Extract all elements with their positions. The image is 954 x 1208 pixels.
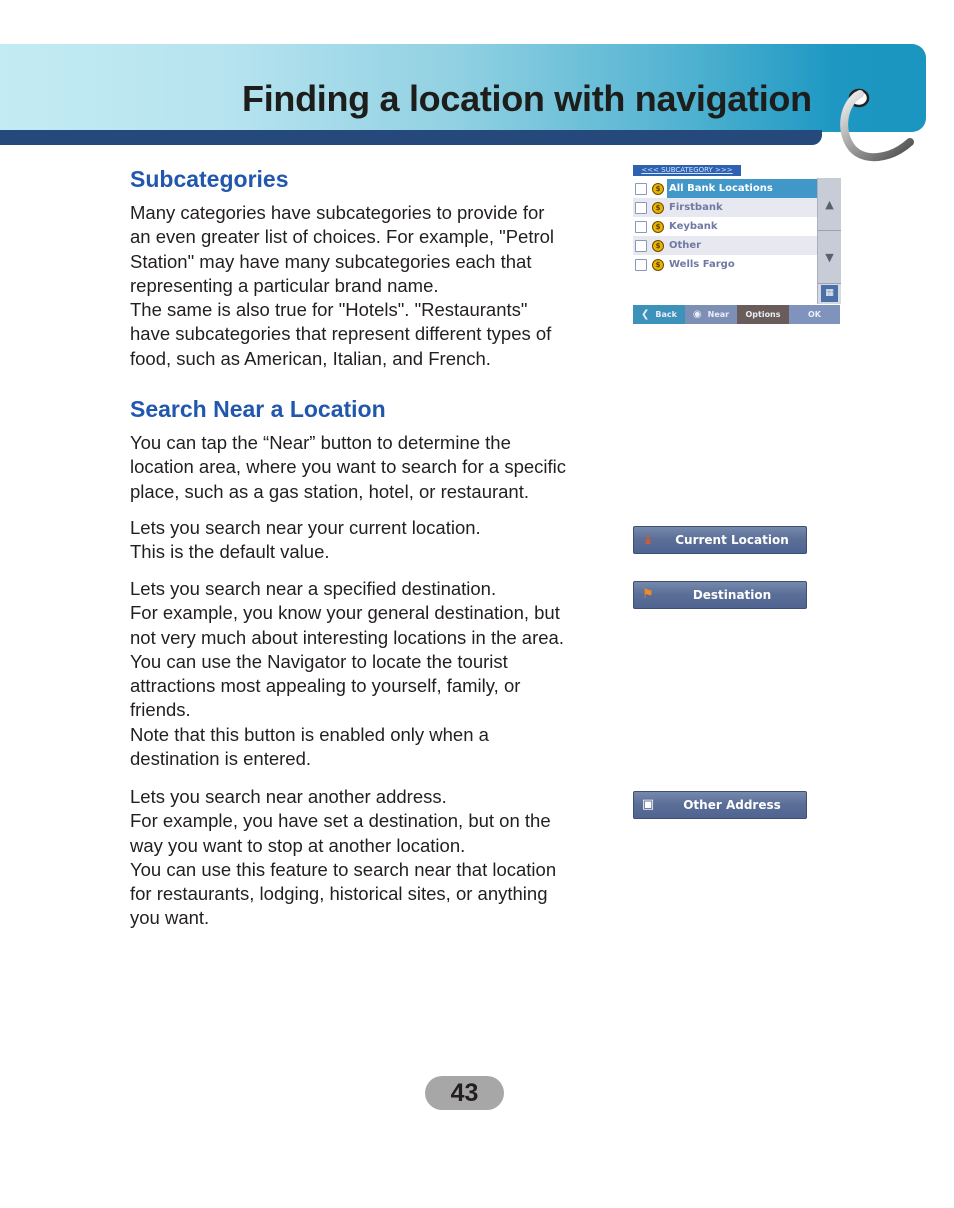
near-button[interactable]: ◉ Near [685,305,737,324]
text-line: Note that this button is enabled only wh… [130,723,489,745]
text-line: Many categories have subcategories to pr… [130,202,545,223]
checkbox[interactable] [635,220,647,233]
near-label: Near [707,310,730,319]
destination-label: Destination [692,588,772,602]
checkbox[interactable] [635,239,647,252]
text-line: Lets you search near a specified destina… [130,578,497,599]
text-line: destination is entered. [130,748,312,770]
address-card-icon: ▣ [641,797,655,812]
dollar-coin-icon: $ [652,220,664,233]
chevron-left-icon: ❮ [641,309,650,320]
list-item[interactable]: $ Other [633,236,817,255]
list-item-label: Keybank [669,221,718,232]
text-line: Lets you search near your current locati… [130,517,481,538]
checkbox[interactable] [635,201,647,214]
text-line: not very much about interesting location… [130,626,564,648]
text-line: You can use the Navigator to locate the … [130,650,508,672]
text-line: Lets you search near another address. [130,786,447,807]
scrollbar[interactable]: ▲ ▼ ▦ [817,178,841,304]
back-label: Back [655,310,677,319]
text-line: an even greater list of choices. For exa… [130,226,555,248]
device-toolbar: ❮ Back ◉ Near Options OK [633,305,840,324]
subcategory-screen-screenshot: <<< SUBCATEGORY >>> $ All Bank Locations… [633,165,841,324]
list-item[interactable]: $ Keybank [633,217,817,236]
subcategories-paragraph: Many categories have subcategories to pr… [130,201,620,371]
text-line: For example, you have set a destination,… [130,810,551,832]
text-line: representing a particular brand name. [130,274,439,296]
destination-button[interactable]: ⚑ Destination [633,581,807,609]
signpost-icon: ⚑ [642,587,654,602]
other-address-label: Other Address [683,798,781,812]
list-item-label: Wells Fargo [669,259,735,270]
list-item[interactable]: $ Wells Fargo [633,255,817,274]
current-location-label: Current Location [675,533,789,547]
checkbox[interactable] [635,258,647,271]
other-address-description: Lets you search near another address. Fo… [130,785,620,931]
text-line: food, such as American, Italian, and Fre… [130,347,491,369]
keyboard-icon[interactable]: ▦ [821,285,838,302]
binder-ring-icon [840,88,914,162]
search-near-intro: You can tap the “Near” button to determi… [130,431,620,504]
subcategory-breadcrumb[interactable]: <<< SUBCATEGORY >>> [633,165,741,176]
text-line: for restaurants, lodging, historical sit… [130,883,548,905]
subcategories-heading: Subcategories [130,166,289,192]
clock-icon: ◉ [692,309,702,320]
text-line: You can tap the “Near” button to determi… [130,432,511,453]
scroll-down-button[interactable]: ▼ [818,231,841,284]
text-line: You can use this feature to search near … [130,858,557,880]
triangle-up-icon: ▲ [825,197,834,211]
list-item[interactable]: $ All Bank Locations [633,179,817,198]
location-pin-down-icon: ⤓ [645,532,651,547]
header-underline-bar [0,130,822,145]
text-line: This is the default value. [130,541,330,563]
text-line: place, such as a gas station, hotel, or … [130,480,530,502]
text-line: way you want to stop at another location… [130,834,466,856]
text-line: you want. [130,907,210,929]
text-line: Station" may have many subcategories eac… [130,250,532,272]
text-line: The same is also true for "Hotels". "Res… [130,299,528,321]
other-address-button[interactable]: ▣ Other Address [633,791,807,819]
ok-button[interactable]: OK [789,305,840,324]
dollar-coin-icon: $ [652,258,664,271]
checkbox[interactable] [635,182,647,195]
subcategory-list: $ All Bank Locations $ Firstbank $ Keyba… [633,179,817,274]
dollar-coin-icon: $ [652,201,664,214]
list-item-label: All Bank Locations [667,179,817,198]
dollar-coin-icon: $ [652,182,664,195]
list-item-label: Other [669,240,702,251]
dollar-coin-icon: $ [652,239,664,252]
text-line: attractions most appealing to yourself, … [130,675,521,697]
list-item-label: Firstbank [669,202,723,213]
text-line: For example, you know your general desti… [130,602,560,624]
text-line: friends. [130,699,191,721]
list-item[interactable]: $ Firstbank [633,198,817,217]
scroll-up-button[interactable]: ▲ [818,178,841,231]
page-title: Finding a location with navigation [242,78,812,119]
text-line: location area, where you want to search … [130,456,567,478]
text-line: have subcategories that represent differ… [130,323,552,345]
back-button[interactable]: ❮ Back [633,305,685,324]
destination-description: Lets you search near a specified destina… [130,577,620,771]
current-location-description: Lets you search near your current locati… [130,516,620,565]
triangle-down-icon: ▼ [825,250,834,264]
page-number-badge: 43 [425,1076,504,1110]
options-button[interactable]: Options [737,305,789,324]
current-location-button[interactable]: ⤓ Current Location [633,526,807,554]
search-near-heading: Search Near a Location [130,396,386,422]
